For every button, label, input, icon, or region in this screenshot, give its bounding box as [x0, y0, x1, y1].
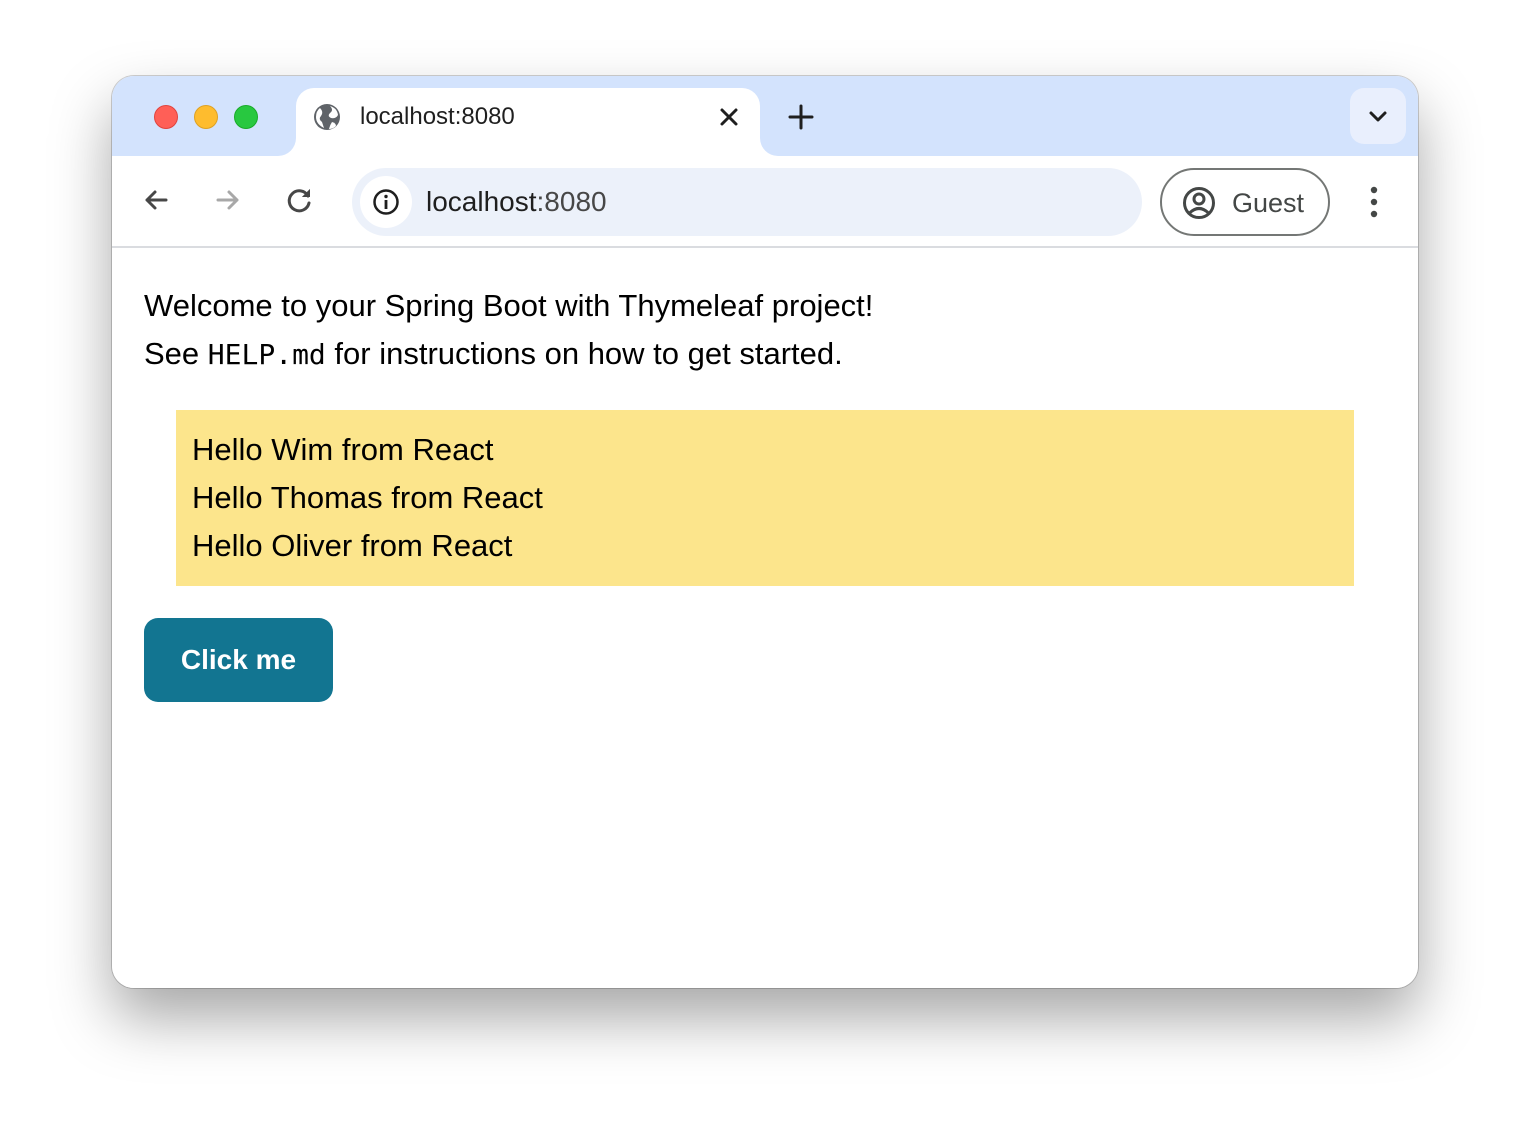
account-circle-icon [1183, 187, 1215, 219]
close-icon[interactable] [714, 102, 744, 132]
site-info-button[interactable] [360, 176, 412, 228]
tab-strip: localhost:8080 [112, 76, 1418, 158]
click-me-button[interactable]: Click me [144, 618, 333, 702]
plus-icon[interactable] [784, 100, 818, 134]
tab-title: localhost:8080 [360, 103, 515, 130]
tab-localhost[interactable]: localhost:8080 [296, 88, 760, 158]
toolbar: localhost:8080 Guest [112, 156, 1418, 248]
greeting-item: Hello Oliver from React [192, 528, 513, 563]
address-bar[interactable]: localhost:8080 [352, 168, 1142, 236]
greeting-item: Hello Thomas from React [192, 480, 543, 515]
intro-prefix: See [144, 336, 208, 371]
info-icon [373, 189, 399, 215]
reload-icon [287, 189, 311, 213]
tab-search-button[interactable] [1350, 88, 1406, 144]
url-text[interactable]: localhost:8080 [426, 186, 607, 218]
profile-button[interactable]: Guest [1160, 168, 1330, 236]
intro-line-2: See HELP.md for instructions on how to g… [144, 330, 873, 379]
url-port: :8080 [536, 186, 607, 217]
intro-text: Welcome to your Spring Boot with Thymele… [144, 282, 873, 379]
browser-window: localhost:8080 localhost:8080 Guest Welc… [112, 76, 1418, 988]
reload-button[interactable] [284, 184, 316, 216]
arrow-right-icon [216, 190, 239, 210]
maximize-window-button[interactable] [234, 105, 258, 129]
kebab-menu-icon[interactable] [1360, 182, 1388, 222]
close-window-button[interactable] [154, 105, 178, 129]
greetings-box: Hello Wim from React Hello Thomas from R… [176, 410, 1354, 586]
arrow-left-icon [145, 190, 168, 210]
back-button[interactable] [140, 184, 172, 216]
profile-label: Guest [1232, 188, 1305, 218]
intro-suffix: for instructions on how to get started. [325, 336, 843, 371]
help-file-code: HELP.md [207, 338, 326, 371]
chevron-down-icon [1369, 111, 1387, 122]
url-host: localhost [426, 186, 537, 217]
intro-line-1: Welcome to your Spring Boot with Thymele… [144, 288, 874, 323]
minimize-window-button[interactable] [194, 105, 218, 129]
page-content: Welcome to your Spring Boot with Thymele… [112, 248, 1418, 988]
forward-button[interactable] [212, 184, 244, 216]
globe-icon [312, 102, 342, 132]
greeting-item: Hello Wim from React [192, 432, 494, 467]
